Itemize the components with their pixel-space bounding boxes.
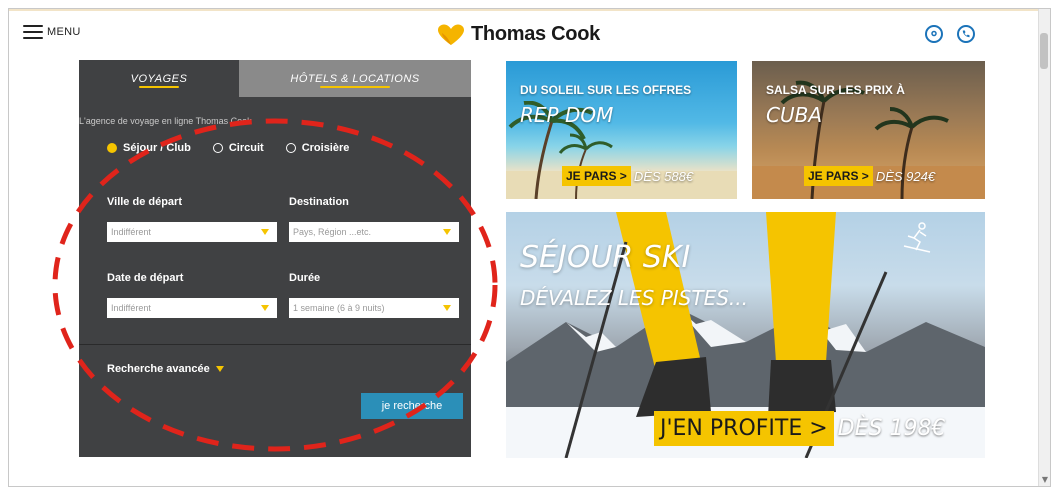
- cta-price: DÈS 924€: [875, 168, 936, 184]
- advanced-search-label: Recherche avancée: [107, 363, 210, 375]
- menu-button[interactable]: MENU: [23, 25, 81, 39]
- hamburger-icon: [23, 25, 43, 39]
- departure-city-select[interactable]: Indifférent: [107, 222, 277, 242]
- tab-hotels-locations[interactable]: HÔTELS & LOCATIONS: [239, 60, 471, 97]
- menu-label: MENU: [47, 26, 81, 38]
- dropdown-arrow-icon: [261, 229, 269, 235]
- cta-price: DÈS 198€: [837, 415, 946, 441]
- phone-icon[interactable]: [957, 25, 975, 43]
- phone-glyph: [962, 30, 970, 38]
- scroll-down-arrow-icon[interactable]: ▼: [1042, 475, 1048, 484]
- tab-hotels-label: HÔTELS & LOCATIONS: [290, 72, 420, 85]
- cta-label: JE PARS >: [804, 166, 873, 186]
- cta-label: J'EN PROFITE >: [654, 410, 834, 446]
- cta-price: DÈS 588€: [633, 168, 694, 184]
- scrollbar-thumb[interactable]: [1040, 33, 1048, 69]
- departure-date-value: Indifférent: [111, 303, 151, 313]
- radio-empty-icon: [285, 143, 296, 153]
- heart-logo-icon: [438, 24, 464, 45]
- duration-select[interactable]: 1 semaine (6 à 9 nuits): [289, 298, 459, 318]
- destination-placeholder: Pays, Région ...etc.: [293, 227, 372, 237]
- departure-city-label: Ville de départ: [107, 196, 182, 208]
- promo-cta[interactable]: J'EN PROFITE > DÈS 198€: [654, 410, 945, 446]
- cta-label: JE PARS >: [562, 166, 631, 186]
- duration-value: 1 semaine (6 à 9 nuits): [293, 303, 385, 313]
- radio-circuit[interactable]: Circuit: [212, 142, 264, 154]
- vertical-scrollbar[interactable]: ▼: [1038, 9, 1050, 486]
- expand-arrow-icon: [215, 366, 224, 372]
- radio-croisiere[interactable]: Croisière: [285, 142, 350, 154]
- radio-sejour-club[interactable]: Séjour / Club: [107, 142, 191, 154]
- promo-card-ski[interactable]: SÉJOUR SKI DÉVALEZ LES PISTES... J'EN PR…: [506, 212, 985, 458]
- dropdown-arrow-icon: [443, 305, 451, 311]
- tab-underline: [320, 86, 390, 88]
- panel-divider: [79, 344, 471, 345]
- promo-destination: CUBA: [766, 103, 823, 127]
- brand-logo[interactable]: Thomas Cook: [437, 23, 600, 46]
- promo-subtitle: DÉVALEZ LES PISTES...: [520, 286, 748, 310]
- tab-underline: [139, 86, 179, 88]
- radio-selected-icon: [107, 143, 117, 153]
- radio-label: Circuit: [228, 142, 264, 154]
- location-pin-icon[interactable]: [925, 25, 943, 43]
- search-panel: VOYAGES HÔTELS & LOCATIONS L'agence de v…: [79, 60, 471, 457]
- radio-label: Séjour / Club: [123, 142, 191, 154]
- radio-empty-icon: [212, 143, 223, 153]
- promo-title: SÉJOUR SKI: [520, 240, 691, 275]
- tab-voyages-label: VOYAGES: [130, 72, 188, 85]
- promo-cta[interactable]: JE PARS > DÈS 588€: [562, 165, 693, 187]
- promo-card-rep-dom[interactable]: DU SOLEIL SUR LES OFFRES REP DOM JE PARS…: [506, 61, 737, 199]
- trip-type-radios: Séjour / Club Circuit Croisière: [107, 142, 349, 154]
- dropdown-arrow-icon: [443, 229, 451, 235]
- tab-voyages[interactable]: VOYAGES: [79, 60, 239, 97]
- pin-glyph: [931, 30, 937, 37]
- advanced-search-toggle[interactable]: Recherche avancée: [107, 363, 224, 375]
- promo-title: DU SOLEIL SUR LES OFFRES: [520, 83, 692, 97]
- destination-select[interactable]: Pays, Région ...etc.: [289, 222, 459, 242]
- departure-date-select[interactable]: Indifférent: [107, 298, 277, 318]
- search-button[interactable]: je recherche: [361, 393, 463, 419]
- departure-date-label: Date de départ: [107, 272, 184, 284]
- duration-label: Durée: [289, 272, 321, 284]
- destination-label: Destination: [289, 196, 349, 208]
- radio-label: Croisière: [301, 142, 350, 154]
- browser-viewport: MENU Thomas Cook VOYAGES HÔTELS & LOCATI…: [8, 8, 1051, 487]
- promo-title: SALSA SUR LES PRIX À: [766, 83, 905, 97]
- agency-tagline: L'agence de voyage en ligne Thomas Cook: [79, 116, 252, 126]
- promo-card-cuba[interactable]: SALSA SUR LES PRIX À CUBA JE PARS > DÈS …: [752, 61, 985, 199]
- skier-icon: [903, 222, 931, 253]
- dropdown-arrow-icon: [261, 305, 269, 311]
- top-edge: [9, 9, 1050, 11]
- brand-name: Thomas Cook: [471, 23, 600, 45]
- search-tabs: VOYAGES HÔTELS & LOCATIONS: [79, 60, 471, 97]
- promo-destination: REP DOM: [520, 103, 614, 127]
- promo-cta[interactable]: JE PARS > DÈS 924€: [804, 165, 935, 187]
- departure-city-value: Indifférent: [111, 227, 151, 237]
